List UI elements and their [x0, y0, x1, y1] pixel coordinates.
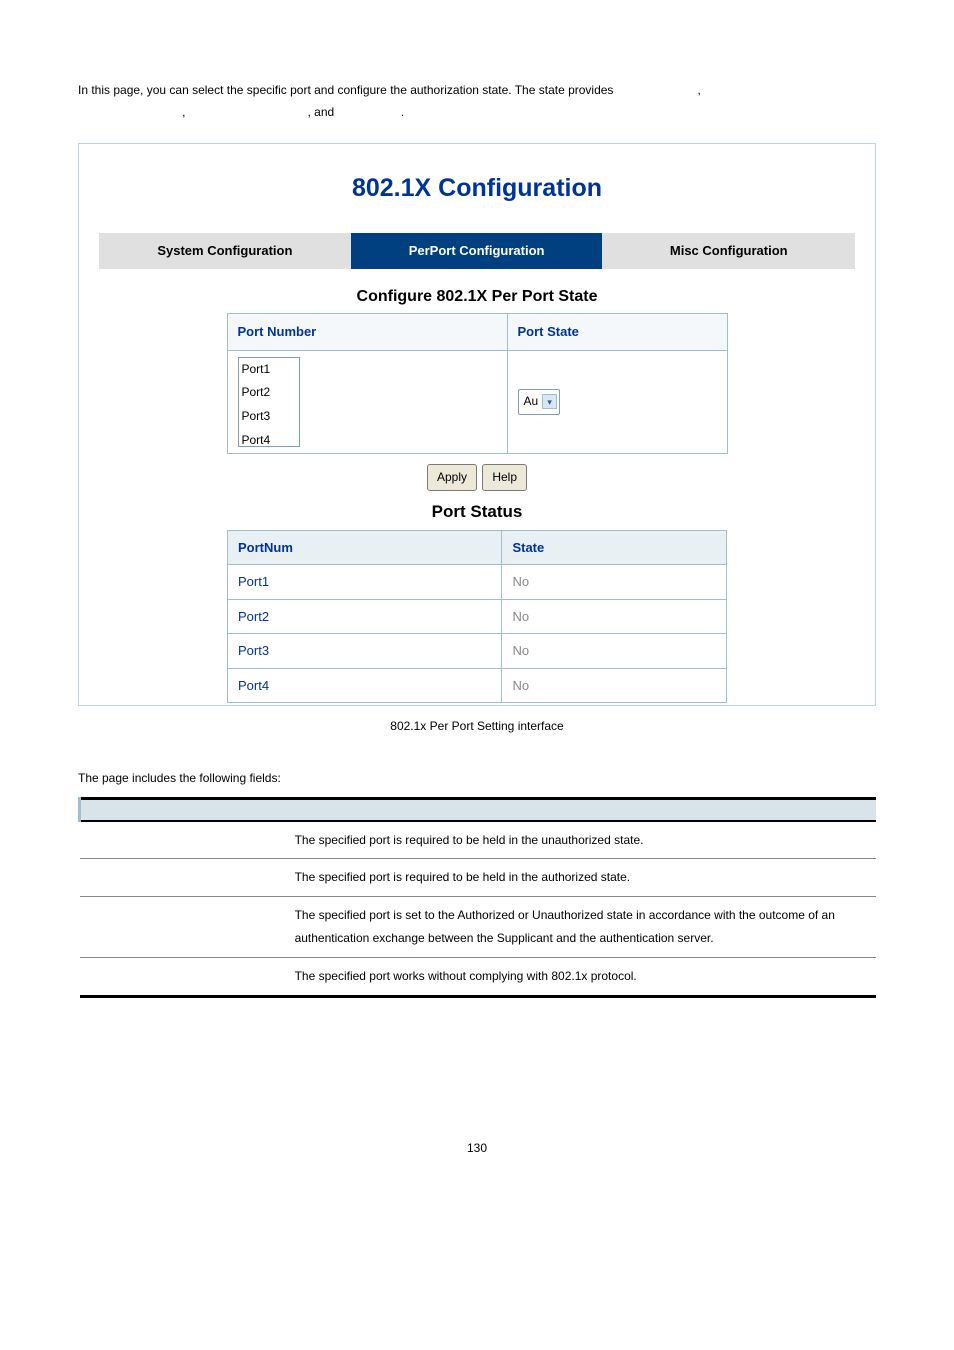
desc-head-left: [80, 799, 287, 821]
tab-system[interactable]: System Configuration: [99, 233, 351, 268]
table-row: The specified port works without complyi…: [80, 957, 877, 996]
chevron-down-icon: ▾: [542, 394, 557, 409]
intro-text: In this page, you can select the specifi…: [78, 80, 876, 123]
desc-head-right: [287, 799, 876, 821]
tab-perport[interactable]: PerPort Configuration: [351, 233, 603, 268]
table-row: Port4 No: [228, 668, 727, 702]
config-panel: 802.1X Configuration System Configuratio…: [78, 143, 876, 706]
port-state-value: Au: [524, 391, 539, 413]
apply-button[interactable]: Apply: [427, 464, 477, 492]
description-table: The specified port is required to be hel…: [78, 797, 876, 997]
col-port-number: Port Number: [227, 314, 507, 350]
col-state: State: [502, 530, 727, 564]
figure-caption: 802.1x Per Port Setting interface: [78, 716, 876, 738]
table-row: The specified port is required to be hel…: [80, 821, 877, 859]
fields-intro: The page includes the following fields:: [78, 768, 876, 790]
panel-title: 802.1X Configuration: [99, 162, 855, 233]
port-number-select[interactable]: Port1 Port2 Port3 Port4 Port5: [238, 357, 300, 447]
table-row: Port3 No: [228, 634, 727, 668]
port-option[interactable]: Port4: [239, 429, 299, 447]
intro-line-1: In this page, you can select the specifi…: [78, 83, 613, 97]
col-portnum: PortNum: [228, 530, 502, 564]
config-table: Port Number Port State Port1 Port2 Port3…: [227, 313, 728, 453]
tab-misc[interactable]: Misc Configuration: [602, 233, 855, 268]
table-row: Port1 No: [228, 565, 727, 599]
tab-bar: System Configuration PerPort Configurati…: [99, 233, 855, 268]
port-option[interactable]: Port1: [239, 358, 299, 382]
table-row: Port2 No: [228, 599, 727, 633]
page-number: 130: [78, 1138, 876, 1160]
section-heading: Configure 802.1X Per Port State: [99, 283, 855, 312]
port-state-select[interactable]: Au ▾: [518, 389, 561, 415]
port-option[interactable]: Port3: [239, 405, 299, 429]
table-row: The specified port is required to be hel…: [80, 859, 877, 897]
port-option[interactable]: Port2: [239, 381, 299, 405]
table-row: The specified port is set to the Authori…: [80, 897, 877, 958]
port-status-heading: Port Status: [99, 497, 855, 528]
port-status-table: PortNum State Port1 No Port2 No Port3 No…: [227, 530, 727, 703]
col-port-state: Port State: [507, 314, 727, 350]
help-button[interactable]: Help: [482, 464, 527, 492]
